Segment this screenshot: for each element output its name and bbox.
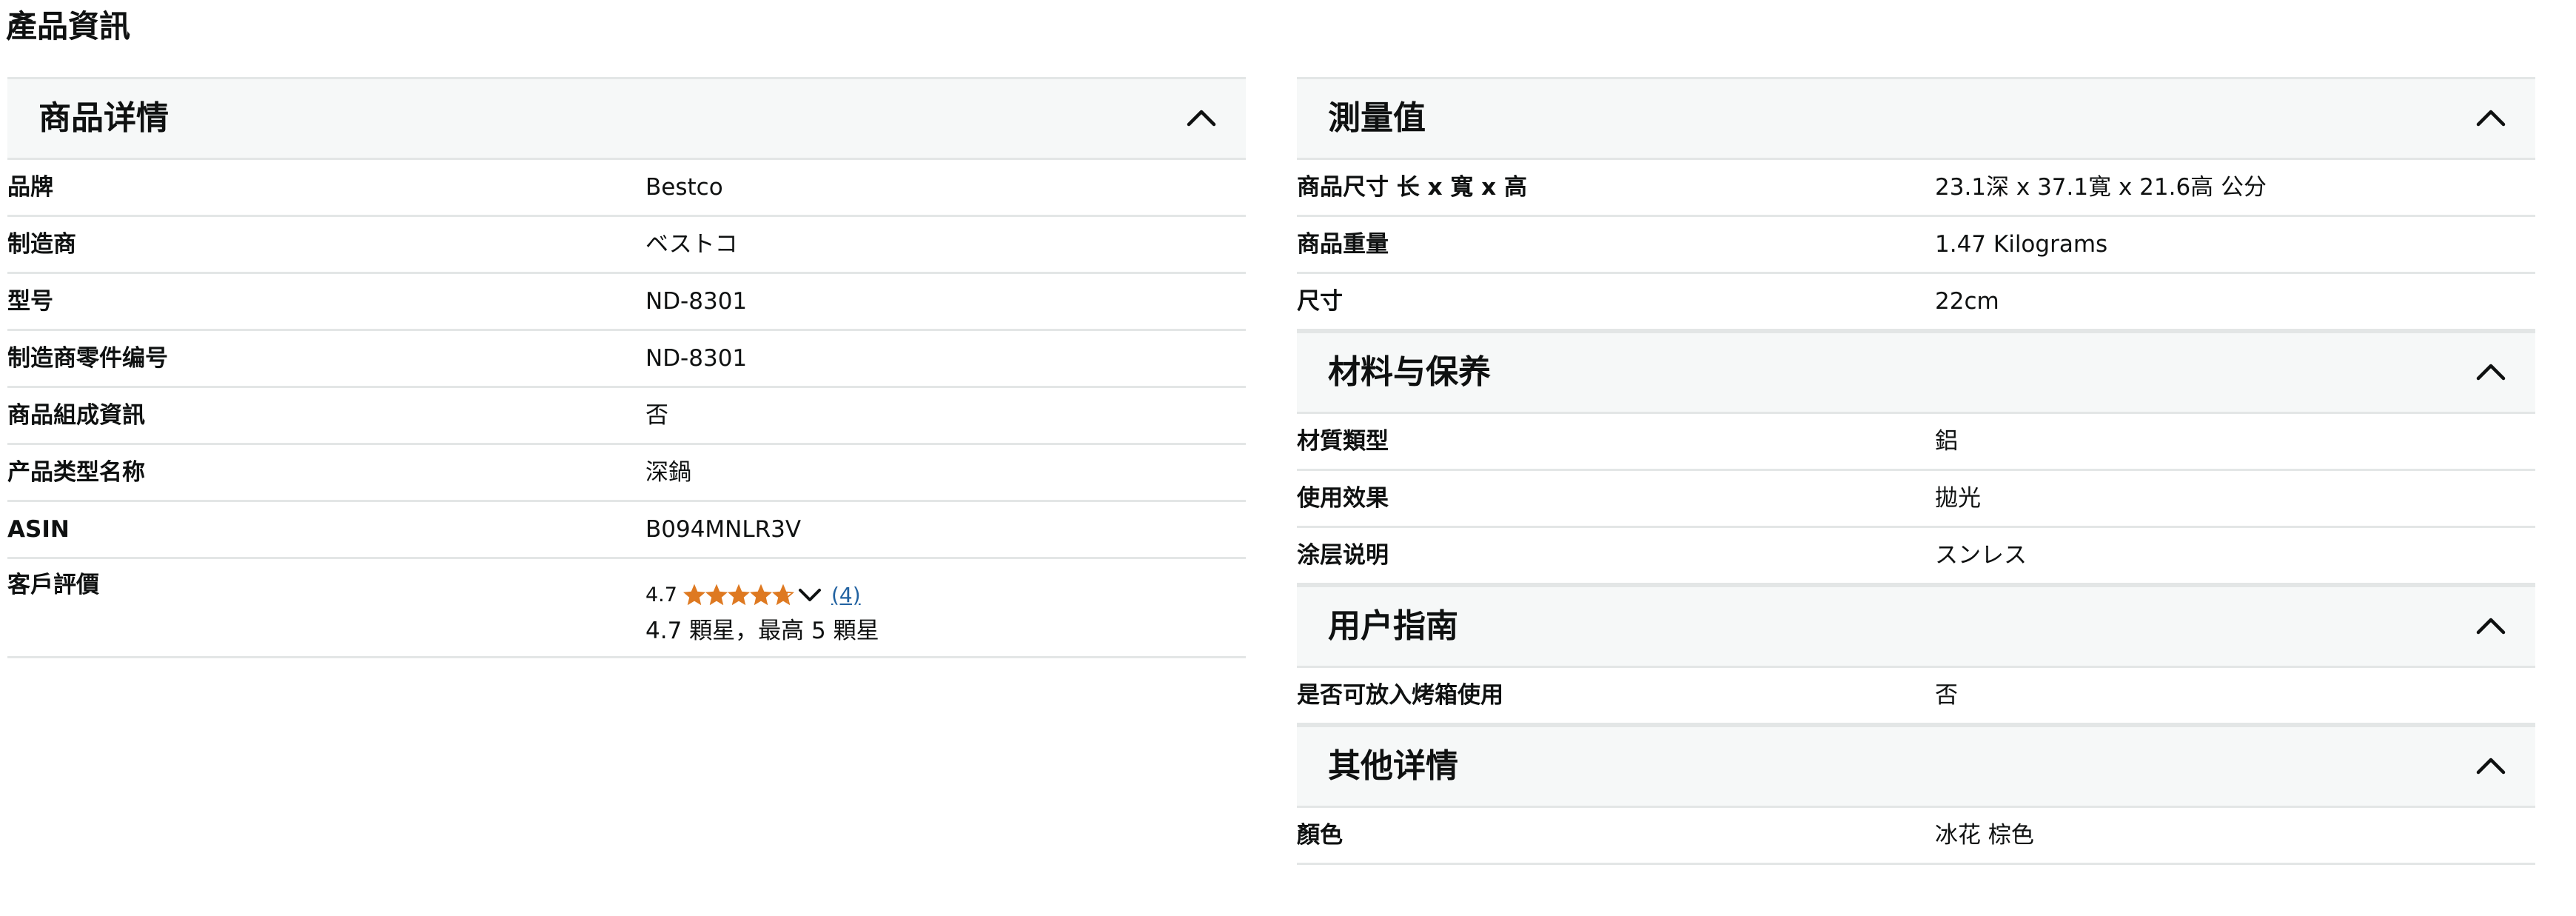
chevron-up-icon[interactable] <box>1187 107 1216 127</box>
row-value: ベストコ <box>645 231 738 258</box>
detail-row-model: 型号 ND-8301 <box>7 274 1246 331</box>
detail-row-part-number: 制造商零件编号 ND-8301 <box>7 331 1246 388</box>
row-value: B094MNLR3V <box>645 516 802 543</box>
chevron-up-icon[interactable] <box>2476 107 2506 127</box>
star-rating[interactable] <box>682 584 794 605</box>
row-label: 材質類型 <box>1297 428 1389 455</box>
specifications-column: 測量值 商品尺寸 长 x 寬 x 高 23.1深 x 37.1寛 x 21.6高… <box>1297 77 2535 865</box>
row-value: スンレス <box>1935 542 2027 569</box>
row-value: 拋光 <box>1935 485 1981 512</box>
row-value: 否 <box>645 402 668 429</box>
star-icon <box>705 584 728 605</box>
star-icon <box>682 584 705 605</box>
section-title: 商品详情 <box>38 99 169 137</box>
spec-row-coating: 涂层说明 スンレス <box>1297 528 2535 585</box>
chevron-up-icon[interactable] <box>2476 755 2506 775</box>
section-title: 測量值 <box>1328 99 1426 137</box>
spec-row-oven-safe: 是否可放入烤箱使用 否 <box>1297 668 2535 725</box>
detail-row-product-type: 产品类型名称 深鍋 <box>7 445 1246 502</box>
detail-row-customer-rating: 客戶評價 4.7 (4) 4.7 顆星，最高 5 顆星 <box>7 559 1246 658</box>
row-label: 尺寸 <box>1297 288 1343 315</box>
spec-row-color: 顏色 冰花 棕色 <box>1297 808 2535 865</box>
section-header-measurements[interactable]: 測量值 <box>1297 77 2535 160</box>
spec-row-weight: 商品重量 1.47 Kilograms <box>1297 217 2535 274</box>
chevron-down-icon[interactable] <box>797 584 822 606</box>
chevron-up-icon[interactable] <box>2476 361 2506 381</box>
row-label: 涂层说明 <box>1297 542 1389 569</box>
row-value: Bestco <box>645 174 723 201</box>
star-icon <box>771 584 794 605</box>
rating-summary: 4.7 (4) <box>645 580 861 609</box>
spec-row-dimensions: 商品尺寸 长 x 寬 x 高 23.1深 x 37.1寛 x 21.6高 公分 <box>1297 160 2535 217</box>
detail-row-composition: 商品組成資訊 否 <box>7 388 1246 445</box>
row-label: 制造商零件编号 <box>7 345 168 372</box>
section-title: 用户指南 <box>1328 607 1458 645</box>
rating-count-link[interactable]: (4) <box>831 583 861 607</box>
page-title: 產品資訊 <box>6 8 131 44</box>
spec-row-material: 材質類型 鋁 <box>1297 414 2535 471</box>
row-value: 22cm <box>1935 288 1999 315</box>
section-header-user-guide[interactable]: 用户指南 <box>1297 585 2535 668</box>
row-value: 深鍋 <box>645 459 691 486</box>
row-label: 商品尺寸 长 x 寬 x 高 <box>1297 174 1527 201</box>
star-icon <box>749 584 772 605</box>
section-title: 材料与保养 <box>1328 353 1491 391</box>
row-label: 客戶評價 <box>7 572 99 598</box>
row-value: 冰花 棕色 <box>1935 822 2034 849</box>
row-label: 商品重量 <box>1297 231 1389 258</box>
row-value: ND-8301 <box>645 288 748 315</box>
row-value: 否 <box>1935 682 1958 709</box>
row-label: 使用效果 <box>1297 485 1389 512</box>
row-label: 商品組成資訊 <box>7 402 145 429</box>
star-icon <box>727 584 750 605</box>
product-details-column: 商品详情 品牌 Bestco 制造商 ベストコ 型号 ND-8301 制造商零件… <box>7 77 1246 658</box>
row-label: 品牌 <box>7 174 53 201</box>
rating-score: 4.7 <box>645 583 677 606</box>
row-label: ASIN <box>7 516 70 543</box>
section-header-materials-care[interactable]: 材料与保养 <box>1297 331 2535 414</box>
detail-row-brand: 品牌 Bestco <box>7 160 1246 217</box>
chevron-up-icon[interactable] <box>2476 615 2506 635</box>
row-value: 鋁 <box>1935 428 1958 455</box>
rating-text: 4.7 顆星，最高 5 顆星 <box>645 618 879 644</box>
row-value: ND-8301 <box>645 345 748 372</box>
detail-row-manufacturer: 制造商 ベストコ <box>7 217 1246 274</box>
row-label: 顏色 <box>1297 822 1343 849</box>
row-label: 制造商 <box>7 231 76 258</box>
row-label: 产品类型名称 <box>7 459 145 486</box>
section-header-product-details[interactable]: 商品详情 <box>7 77 1246 160</box>
section-title: 其他详情 <box>1328 747 1458 785</box>
spec-row-finish: 使用效果 拋光 <box>1297 471 2535 528</box>
row-value: 23.1深 x 37.1寛 x 21.6高 公分 <box>1935 174 2267 201</box>
detail-row-asin: ASIN B094MNLR3V <box>7 502 1246 559</box>
section-header-other-details[interactable]: 其他详情 <box>1297 725 2535 808</box>
row-label: 型号 <box>7 288 53 315</box>
row-label: 是否可放入烤箱使用 <box>1297 682 1503 709</box>
spec-row-size: 尺寸 22cm <box>1297 274 2535 331</box>
row-value: 1.47 Kilograms <box>1935 231 2108 258</box>
